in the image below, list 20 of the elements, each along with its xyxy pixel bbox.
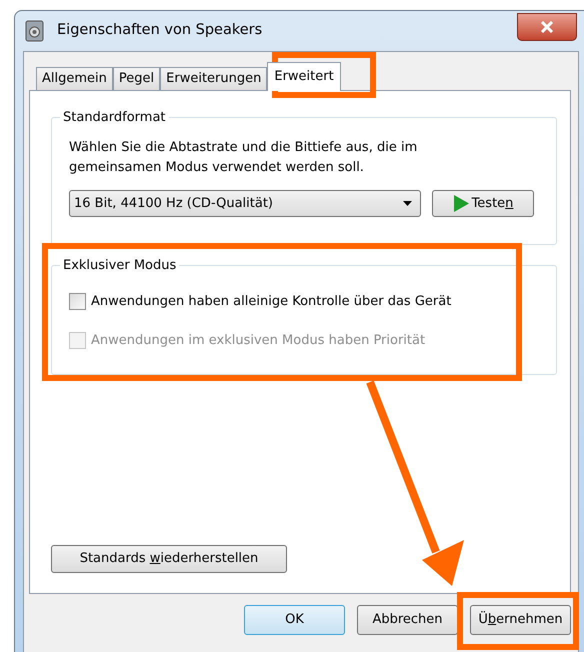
format-dropdown[interactable]: 16 Bit, 44100 Hz (CD-Qualität) [69,190,421,217]
tab[interactable]: Erweiterungen [160,67,268,90]
close-button[interactable] [517,13,577,41]
dialog-button[interactable]: Abbrechen [357,605,458,635]
close-icon [540,21,554,33]
dropdown-arrow-icon [403,201,412,206]
tab[interactable]: Erweitert [267,62,341,91]
window-title: Eigenschaften von Speakers [57,21,262,40]
tab[interactable]: Allgemein [36,67,113,90]
checkbox-label: Anwendungen haben alleinige Kontrolle über das Gerät [91,293,452,311]
speaker-icon [25,20,45,42]
dialog-button[interactable]: OK [244,605,345,635]
checkbox-label: Anwendungen im exklusiven Modus haben Priorität [91,332,426,350]
description-text: Wählen Sie die Abtastrate und die Bittiefe aus, die im gemeinsamen Modus verwendet werden soll. [69,139,418,177]
play-icon [452,195,469,212]
test-button[interactable]: Testen [432,190,534,217]
restore-defaults-button[interactable]: Standards wiederherstellen [51,545,287,573]
checkbox[interactable] [69,293,86,310]
dialog-button[interactable]: Übernehmen [470,605,571,635]
tab[interactable]: Pegel [112,67,160,90]
